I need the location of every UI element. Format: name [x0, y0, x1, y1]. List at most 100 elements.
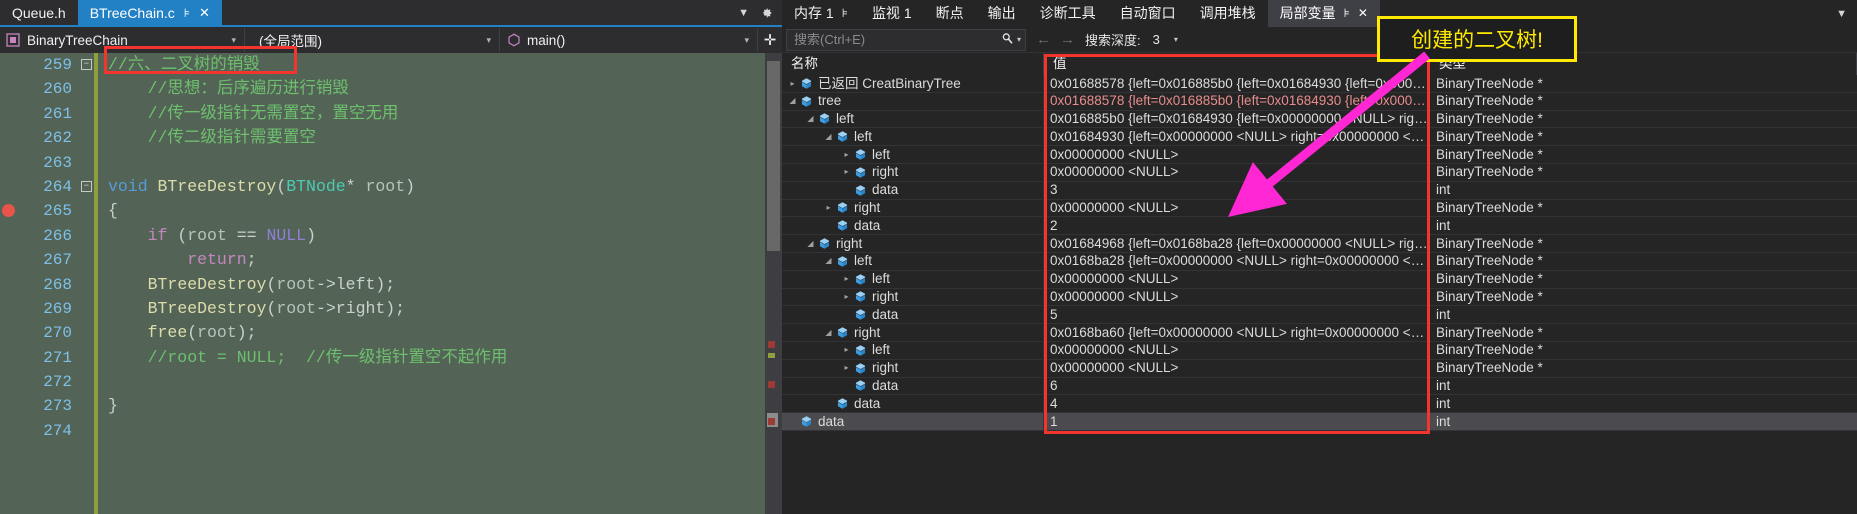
expander-expanded-icon[interactable]: ◢ [804, 110, 817, 128]
table-row[interactable]: ▸ right 0x00000000 <NULL> BinaryTreeNode * [782, 163, 1857, 182]
cell-value[interactable]: 5 [1044, 305, 1430, 324]
cell-value[interactable]: 3 [1044, 181, 1430, 200]
gear-icon[interactable] [759, 6, 773, 20]
search-depth-value[interactable]: 3 [1153, 32, 1160, 47]
navbar-scope-dropdown[interactable]: (全局范围) ▾ [245, 28, 500, 52]
search-prev-icon[interactable]: ← [1036, 31, 1051, 48]
locals-grid-rows[interactable]: ▸ 已返回 CreatBinaryTree 0x01688578 {left=0x0… [782, 74, 1857, 431]
cell-name[interactable]: data [782, 412, 1044, 431]
code-line[interactable]: BTreeDestroy(root->right); [108, 297, 782, 321]
expander-collapsed-icon[interactable]: ▸ [786, 75, 799, 93]
table-row[interactable]: ◢ right 0x01684968 {left=0x0168ba28 {left=… [782, 234, 1857, 253]
debug-tab-0[interactable]: 内存 1 ⊧ [782, 0, 860, 27]
code-lines[interactable]: //六、二叉树的销毁 //思想：后序遍历进行销毁 //传一级指针无需置空，置空无… [108, 53, 782, 514]
expander-collapsed-icon[interactable]: ▸ [822, 199, 835, 217]
expander-collapsed-icon[interactable]: ▸ [840, 341, 853, 359]
code-line[interactable]: void BTreeDestroy(BTNode* root) [108, 175, 782, 199]
search-box[interactable]: ▾ [786, 28, 1026, 51]
cell-value[interactable]: 6 [1044, 377, 1430, 395]
cell-name[interactable]: ◢ tree [782, 92, 1044, 111]
table-row[interactable]: ◢ left 0x016885b0 {left=0x01684930 {left=0… [782, 110, 1857, 129]
pin-icon[interactable]: ⊧ [842, 0, 848, 27]
debug-tab-2[interactable]: 断点 [924, 0, 976, 27]
code-line[interactable]: } [108, 394, 782, 418]
cell-name[interactable]: ▸ right [782, 199, 1044, 217]
split-view-icon[interactable]: ✛ [758, 31, 782, 49]
table-row[interactable]: ▸ left 0x00000000 <NULL> BinaryTreeNode * [782, 270, 1857, 289]
scrollbar-thumb[interactable] [767, 61, 780, 251]
table-row[interactable]: ◢ right 0x0168ba60 {left=0x00000000 <NULL>… [782, 323, 1857, 342]
column-header-name[interactable]: 名称 [782, 53, 1044, 75]
cell-value[interactable]: 0x01688578 {left=0x016885b0 {left=0x0168… [1044, 92, 1430, 111]
cell-value[interactable]: 0x00000000 <NULL> [1044, 199, 1430, 217]
cell-value[interactable]: 4 [1044, 394, 1430, 413]
cell-name[interactable]: ▸ 已返回 CreatBinaryTree [782, 74, 1044, 93]
code-line[interactable] [108, 151, 782, 175]
table-row[interactable]: data 3 int [782, 181, 1857, 200]
code-folding-gutter[interactable]: − − [80, 53, 94, 514]
chevron-down-icon[interactable]: ▾ [1017, 35, 1021, 44]
close-icon[interactable]: ✕ [1358, 0, 1368, 27]
cell-name[interactable]: ◢ left [782, 110, 1044, 128]
expander-expanded-icon[interactable]: ◢ [804, 235, 817, 253]
table-row[interactable]: ◢ left 0x01684930 {left=0x00000000 <NULL> … [782, 127, 1857, 147]
code-line[interactable]: //传一级指针无需置空，置空无用 [108, 102, 782, 126]
debug-tab-1[interactable]: 监视 1 [860, 0, 924, 27]
table-row[interactable]: ▸ right 0x00000000 <NULL> BinaryTreeNode * [782, 359, 1857, 378]
chevron-down-icon[interactable]: ▼ [1836, 8, 1847, 20]
table-row[interactable]: ▸ left 0x00000000 <NULL> BinaryTreeNode * [782, 341, 1857, 360]
table-row[interactable]: data 4 int [782, 394, 1857, 414]
cell-value[interactable]: 0x016885b0 {left=0x01684930 {left=0x0000… [1044, 110, 1430, 128]
cell-name[interactable]: ▸ right [782, 359, 1044, 378]
cell-name[interactable]: data [782, 394, 1044, 413]
cell-name[interactable]: data [782, 377, 1044, 395]
table-row[interactable]: data 2 int [782, 216, 1857, 236]
search-icon[interactable] [1001, 32, 1014, 48]
cell-name[interactable]: ◢ right [782, 234, 1044, 253]
debug-tab-7[interactable]: 局部变量 ⊧ ✕ [1267, 0, 1380, 27]
cell-name[interactable]: data [782, 216, 1044, 235]
code-line[interactable]: return; [108, 248, 782, 272]
cell-value[interactable]: 0x00000000 <NULL> [1044, 288, 1430, 306]
cell-value[interactable]: 0x0168ba28 {left=0x00000000 <NULL> right… [1044, 252, 1430, 271]
search-input[interactable] [794, 32, 1001, 47]
code-line[interactable]: //六、二叉树的销毁 [108, 53, 782, 77]
code-line[interactable]: //思想：后序遍历进行销毁 [108, 77, 782, 101]
column-header-value[interactable]: 值 [1044, 53, 1430, 75]
editor-tab-queue-h[interactable]: Queue.h [0, 0, 78, 25]
cell-name[interactable]: data [782, 305, 1044, 324]
expander-collapsed-icon[interactable]: ▸ [840, 163, 853, 181]
chevron-down-icon[interactable]: ▼ [738, 7, 749, 19]
editor-vertical-scrollbar[interactable] [765, 53, 782, 514]
expander-collapsed-icon[interactable]: ▸ [840, 146, 853, 164]
cell-value[interactable]: 0x00000000 <NULL> [1044, 145, 1430, 164]
cell-name[interactable]: ◢ right [782, 323, 1044, 342]
cell-value[interactable]: 0x00000000 <NULL> [1044, 341, 1430, 360]
debug-tab-6[interactable]: 调用堆栈 [1188, 0, 1268, 27]
cell-value[interactable]: 1 [1044, 412, 1430, 431]
editor-tab-btreechain-c[interactable]: BTreeChain.c ⊧ ✕ [77, 0, 222, 25]
navbar-function-dropdown[interactable]: main() ▾ [500, 28, 758, 52]
code-text-area[interactable]: 259 260 261 262 263 264 265 266 267 268 269 270 271 2… [0, 53, 782, 514]
navbar-project-dropdown[interactable]: BinaryTreeChain ▾ [0, 28, 245, 52]
expander-collapsed-icon[interactable]: ▸ [840, 288, 853, 306]
pin-icon[interactable]: ⊧ [184, 7, 190, 19]
cell-name[interactable]: ▸ left [782, 270, 1044, 289]
code-line[interactable] [108, 370, 782, 394]
fold-toggle-icon[interactable]: − [81, 59, 92, 70]
cell-name[interactable]: ▸ left [782, 145, 1044, 164]
code-line[interactable]: free(root); [108, 321, 782, 345]
cell-value[interactable]: 0x00000000 <NULL> [1044, 270, 1430, 289]
breakpoint-icon[interactable] [2, 204, 15, 218]
expander-expanded-icon[interactable]: ◢ [822, 128, 835, 146]
chevron-down-icon[interactable]: ▾ [478, 35, 499, 46]
table-row[interactable]: data 5 int [782, 305, 1857, 325]
table-row[interactable]: data 6 int [782, 377, 1857, 396]
cell-name[interactable]: ◢ left [782, 252, 1044, 271]
table-row[interactable]: ▸ left 0x00000000 <NULL> BinaryTreeNode * [782, 145, 1857, 164]
cell-name[interactable]: ◢ left [782, 127, 1044, 146]
cell-value[interactable]: 0x0168ba60 {left=0x00000000 <NULL> right… [1044, 323, 1430, 342]
cell-name[interactable]: ▸ right [782, 163, 1044, 182]
cell-value[interactable]: 0x00000000 <NULL> [1044, 359, 1430, 378]
table-row[interactable]: ◢ left 0x0168ba28 {left=0x00000000 <NULL> … [782, 252, 1857, 271]
